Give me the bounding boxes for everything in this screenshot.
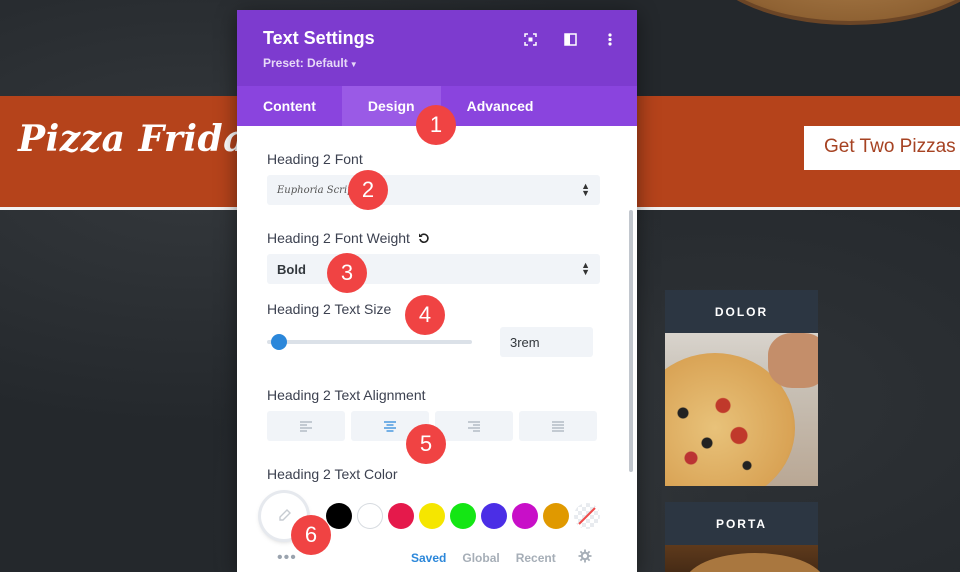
align-left-button[interactable]	[267, 411, 345, 441]
align-justify-button[interactable]	[519, 411, 597, 441]
color-swatch-yellow[interactable]	[419, 503, 445, 529]
color-swatch-magenta[interactable]	[512, 503, 538, 529]
gear-icon[interactable]	[578, 549, 592, 568]
text-alignment-label: Heading 2 Text Alignment	[267, 386, 607, 404]
step-badge: 1	[416, 105, 456, 145]
color-swatch-white[interactable]	[357, 503, 383, 529]
palette-tab-global[interactable]: Global	[462, 551, 499, 565]
card-heading: PORTA	[665, 502, 818, 545]
color-swatch-none[interactable]	[574, 503, 600, 529]
text-alignment-label-text: Heading 2 Text Alignment	[267, 387, 426, 403]
font-weight-label: Heading 2 Font Weight	[267, 229, 607, 247]
font-select[interactable]: Euphoria Script ▲ ▼	[267, 175, 600, 205]
align-right-icon	[468, 420, 480, 432]
card-heading: DOLOR	[665, 290, 818, 333]
brand-title: Pizza Friday	[18, 118, 269, 160]
font-weight-select[interactable]: Bold ▲ ▼	[267, 254, 600, 284]
step-badge: 4	[405, 295, 445, 335]
modal-header: Text Settings Preset: Default ▼	[237, 10, 637, 86]
font-label: Heading 2 Font	[267, 150, 607, 168]
color-swatch-green[interactable]	[450, 503, 476, 529]
preset-dropdown[interactable]: Preset: Default ▼	[263, 56, 358, 70]
font-label-text: Heading 2 Font	[267, 151, 363, 167]
slider-thumb[interactable]	[271, 334, 287, 350]
tab-content[interactable]: Content	[237, 86, 342, 126]
reset-icon[interactable]	[418, 232, 430, 244]
eyedropper-icon	[279, 509, 291, 521]
select-arrows-icon: ▲ ▼	[581, 181, 590, 198]
select-arrows-icon: ▲ ▼	[581, 260, 590, 277]
menu-card[interactable]: DOLOR	[665, 290, 818, 486]
step-badge: 3	[327, 253, 367, 293]
pizza-board-image	[665, 545, 825, 572]
font-weight-value: Bold	[277, 261, 306, 277]
caret-down-icon: ▼	[349, 60, 358, 69]
modal-title: Text Settings	[263, 28, 375, 48]
sidebar-layout-icon[interactable]	[561, 30, 579, 48]
step-badge: 5	[406, 424, 446, 464]
tab-advanced[interactable]: Advanced	[441, 86, 560, 126]
align-right-button[interactable]	[435, 411, 513, 441]
align-left-icon	[300, 420, 312, 432]
text-size-input[interactable]	[500, 327, 593, 357]
align-center-icon	[384, 420, 396, 432]
color-swatch-red[interactable]	[388, 503, 414, 529]
preset-label: Preset: Default	[263, 56, 348, 70]
hand-image	[768, 333, 818, 388]
text-color-label-text: Heading 2 Text Color	[267, 466, 398, 482]
font-value: Euphoria Script	[277, 184, 358, 196]
more-vertical-icon[interactable]	[601, 30, 619, 48]
text-settings-modal: Text Settings Preset: Default ▼ Content D…	[237, 10, 637, 572]
align-justify-icon	[552, 420, 564, 432]
step-badge: 6	[291, 515, 331, 555]
menu-card[interactable]: PORTA	[665, 502, 818, 545]
promo-button[interactable]: Get Two Pizzas	[804, 126, 960, 170]
font-weight-label-text: Heading 2 Font Weight	[267, 230, 410, 246]
no-color-icon	[578, 507, 596, 525]
color-swatch-orange[interactable]	[543, 503, 569, 529]
color-swatch-blue[interactable]	[481, 503, 507, 529]
focus-icon[interactable]	[521, 30, 539, 48]
pizza-photo	[665, 333, 818, 486]
palette-tab-recent[interactable]: Recent	[516, 551, 556, 565]
more-colors-icon[interactable]: •••	[277, 549, 297, 567]
step-badge: 2	[348, 170, 388, 210]
modal-scrollbar[interactable]	[629, 210, 633, 472]
text-size-label-text: Heading 2 Text Size	[267, 301, 392, 317]
text-color-label: Heading 2 Text Color	[267, 465, 607, 483]
palette-tab-saved[interactable]: Saved	[411, 551, 446, 565]
text-size-slider[interactable]	[267, 334, 472, 350]
color-swatch-black[interactable]	[326, 503, 352, 529]
